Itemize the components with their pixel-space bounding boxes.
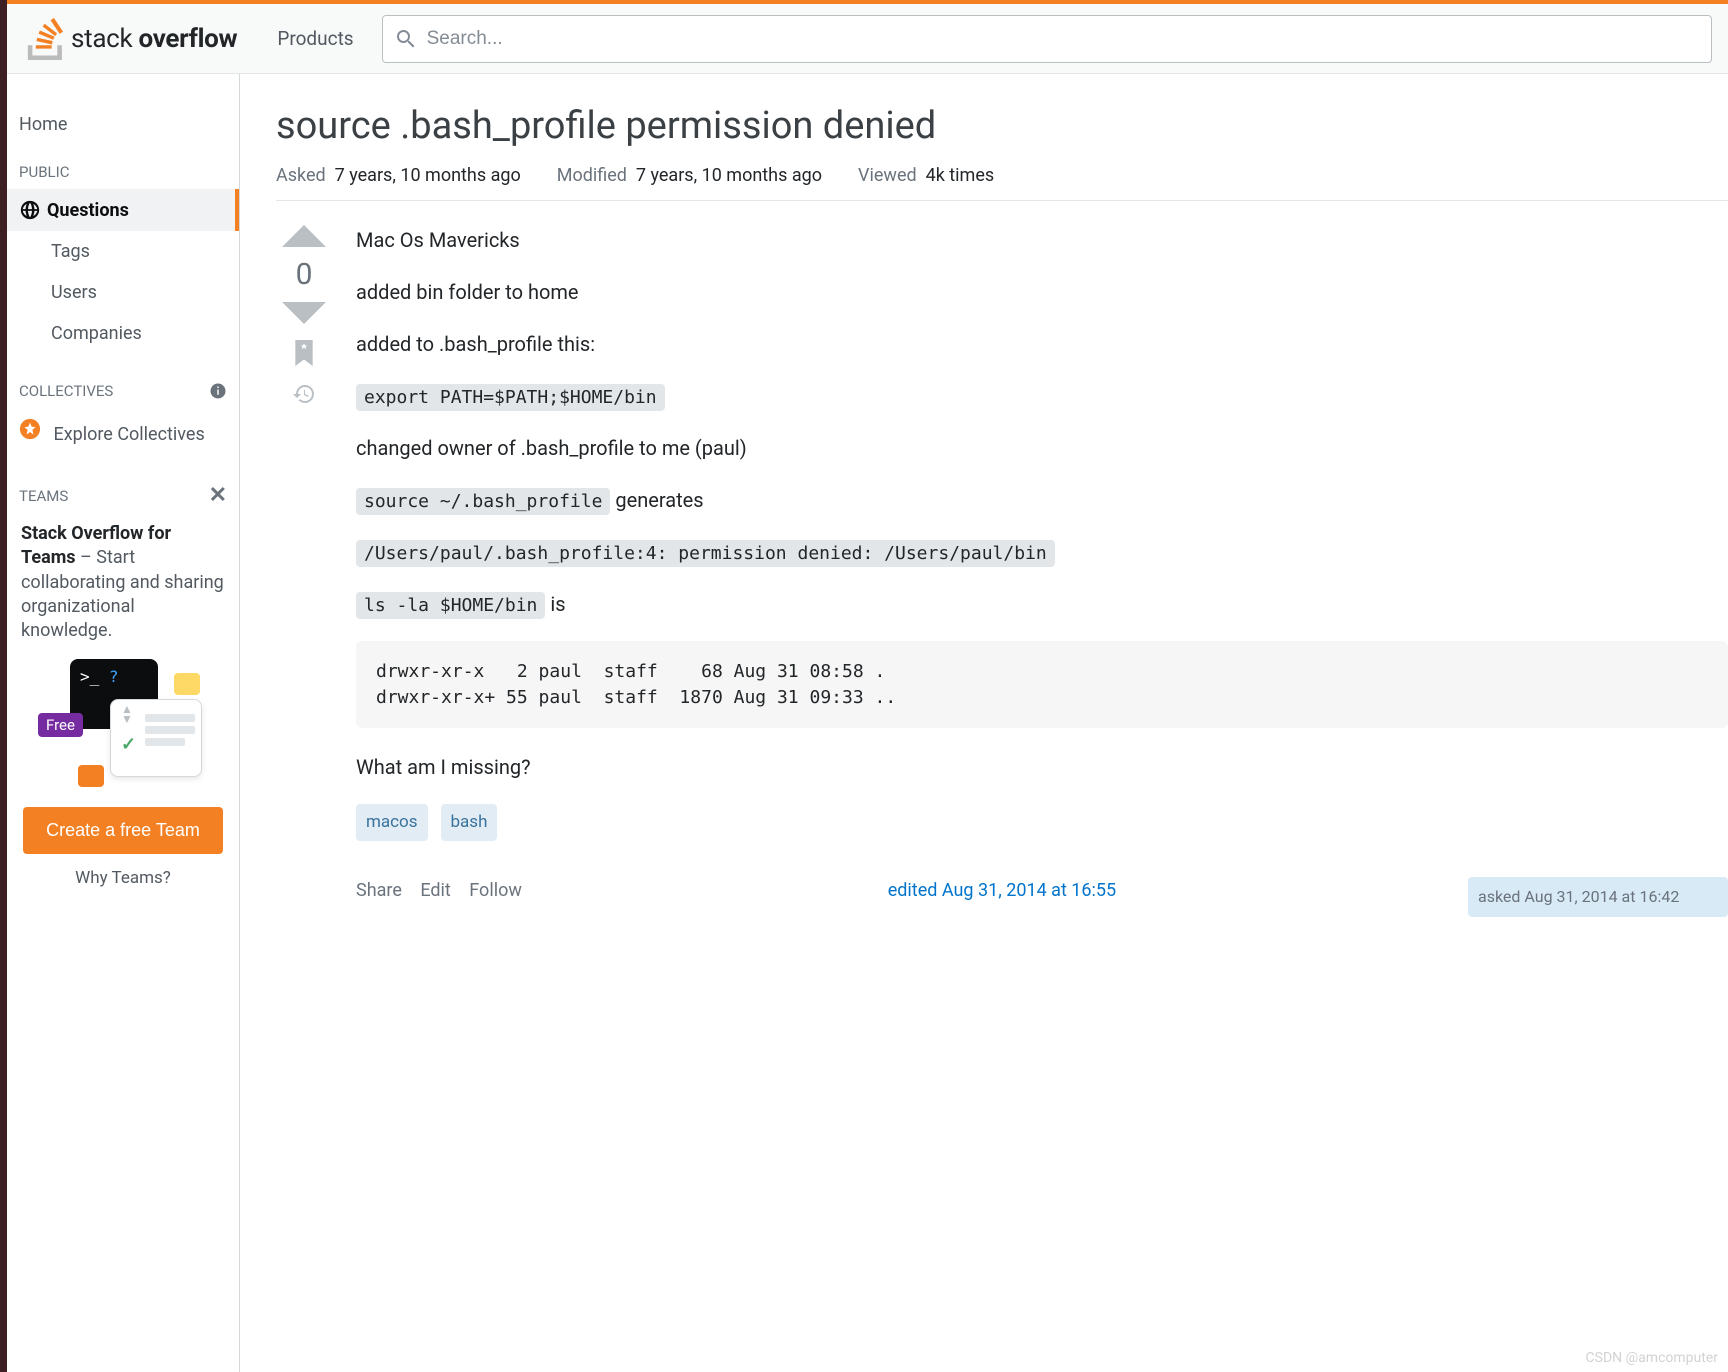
search-icon — [394, 27, 418, 51]
nav-teams-label: TEAMS — [19, 487, 68, 505]
asked-value: 7 years, 10 months ago — [335, 165, 521, 186]
post-actions: Share Edit Follow — [356, 877, 536, 904]
modified-label: Modified — [557, 165, 627, 186]
nav-explore-collectives[interactable]: Explore Collectives — [7, 410, 239, 453]
downvote-button[interactable] — [282, 302, 326, 324]
asked-label: Asked — [276, 165, 326, 186]
ubuntu-launcher-edge — [0, 0, 7, 1372]
teams-promo: Stack Overflow for Teams – Start collabo… — [7, 522, 239, 888]
teams-promo-text: Stack Overflow for Teams – Start collabo… — [21, 522, 225, 643]
nav-users[interactable]: Users — [7, 272, 239, 313]
body-code2: source ~/.bash_profile — [356, 488, 610, 515]
explore-collectives-label: Explore Collectives — [53, 424, 204, 445]
bookmark-icon[interactable] — [294, 340, 314, 366]
nav-home[interactable]: Home — [7, 108, 239, 141]
viewed-value: 4k times — [926, 165, 995, 186]
why-teams-link[interactable]: Why Teams? — [21, 868, 225, 888]
nav-collectives-label: COLLECTIVES — [19, 382, 113, 400]
teams-illustration: >_ ? ▲▼ ✓ Free — [28, 659, 218, 789]
post-footer: Share Edit Follow edited Aug 31, 2014 at… — [356, 877, 1728, 917]
nav-public-label: PUBLIC — [7, 163, 239, 181]
body-code3: /Users/paul/.bash_profile:4: permission … — [356, 540, 1055, 567]
body-code4: ls -la $HOME/bin — [356, 592, 545, 619]
nav-tags[interactable]: Tags — [7, 231, 239, 272]
tag-bash[interactable]: bash — [441, 804, 498, 842]
vote-column: 0 — [276, 225, 332, 917]
body-p4: changed owner of .bash_profile to me (pa… — [356, 433, 1728, 463]
body-p1: Mac Os Mavericks — [356, 225, 1728, 255]
body-p6-after: is — [545, 592, 565, 616]
question-meta: Asked 7 years, 10 months ago Modified 7 … — [276, 165, 1728, 201]
site-logo[interactable]: stack overflow — [15, 4, 249, 73]
body-p7: What am I missing? — [356, 752, 1728, 782]
free-badge: Free — [38, 713, 83, 737]
tag-macos[interactable]: macos — [356, 804, 428, 842]
create-team-button[interactable]: Create a free Team — [23, 807, 223, 854]
logo-text: stack overflow — [71, 24, 237, 54]
search-input[interactable] — [382, 15, 1712, 63]
products-link[interactable]: Products — [263, 19, 367, 58]
body-p2: added bin folder to home — [356, 277, 1728, 307]
vote-count: 0 — [296, 257, 313, 292]
body-pre1: drwxr-xr-x 2 paul staff 68 Aug 31 08:58 … — [356, 641, 1728, 727]
info-icon[interactable] — [209, 382, 227, 400]
body-p3: added to .bash_profile this: — [356, 329, 1728, 359]
edit-link[interactable]: Edit — [420, 880, 450, 901]
nav-companies[interactable]: Companies — [7, 313, 239, 354]
upvote-button[interactable] — [282, 225, 326, 247]
body-code1: export PATH=$PATH;$HOME/bin — [356, 384, 665, 411]
follow-link[interactable]: Follow — [469, 880, 522, 901]
asker-card[interactable]: asked Aug 31, 2014 at 16:42 — [1468, 877, 1728, 917]
topbar: stack overflow Products — [7, 4, 1728, 74]
post-body: Mac Os Mavericks added bin folder to hom… — [356, 225, 1728, 917]
body-p5-after: generates — [610, 488, 703, 512]
modified-value: 7 years, 10 months ago — [636, 165, 822, 186]
edited-link[interactable]: edited Aug 31, 2014 at 16:55 — [888, 877, 1116, 904]
star-burst-icon — [19, 418, 41, 440]
main-content: source .bash_profile permission denied A… — [240, 74, 1728, 1372]
history-icon[interactable] — [292, 382, 316, 406]
question-tags: macos bash — [356, 804, 1728, 842]
left-sidebar: Home PUBLIC Questions Tags Users Compani… — [7, 74, 240, 1372]
share-link[interactable]: Share — [356, 880, 402, 901]
stackoverflow-icon — [27, 18, 65, 60]
close-icon[interactable]: ✕ — [209, 483, 227, 508]
nav-questions[interactable]: Questions — [7, 189, 239, 231]
post-layout: 0 Mac Os Mavericks added bin folder to h… — [276, 225, 1728, 917]
question-title: source .bash_profile permission denied — [276, 102, 1728, 151]
viewed-label: Viewed — [858, 165, 917, 186]
nav-questions-label: Questions — [47, 200, 129, 221]
globe-icon — [19, 199, 41, 221]
search-container — [382, 15, 1712, 63]
